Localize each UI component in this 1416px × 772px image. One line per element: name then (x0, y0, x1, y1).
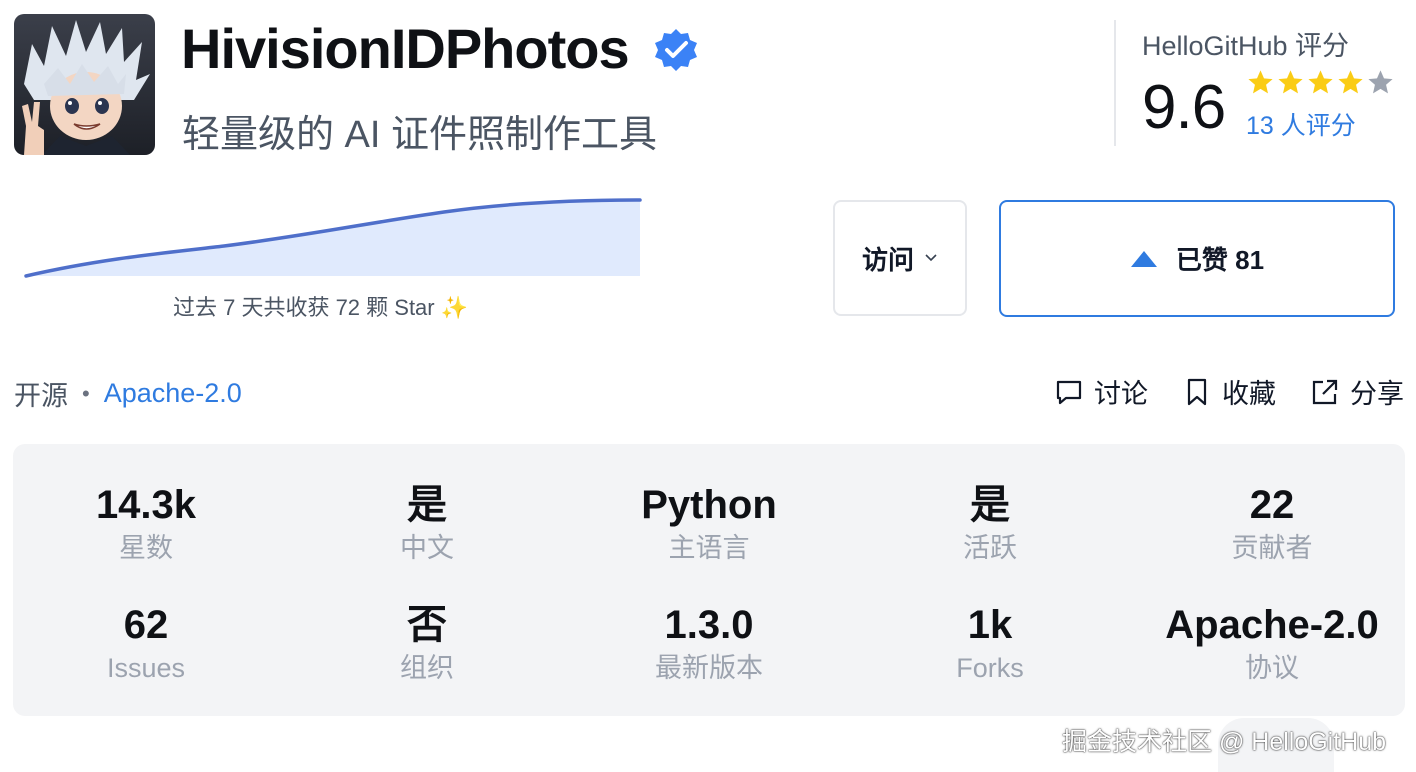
stat-label: Issues (106, 653, 186, 683)
visit-label: 访问 (861, 244, 914, 275)
stat-label: 星数 (119, 533, 173, 563)
rating-stars (1246, 68, 1395, 97)
upvote-label: 已赞 81 (1175, 245, 1265, 275)
sparkline-area (26, 200, 640, 276)
star-filled-icon (1338, 70, 1363, 94)
discuss-label: 讨论 (1094, 379, 1148, 409)
stat-language: Python 主语言 (569, 482, 849, 566)
stat-contributors: 22 贡献者 (1132, 482, 1412, 566)
stat-forks: 1k Forks (850, 602, 1130, 686)
stat-value: 是 (407, 483, 447, 527)
rating-label: HelloGitHub 评分 (1142, 31, 1350, 61)
stat-value: 1k (967, 603, 1013, 647)
stat-organization: 否 组织 (287, 602, 567, 686)
stat-latest-version: 1.3.0 最新版本 (569, 602, 849, 686)
stat-issues: 62 Issues (6, 602, 286, 686)
stat-value: 62 (123, 603, 169, 647)
stats-panel: 14.3k 星数 是 中文 Python 主语言 是 活跃 22 贡献者 62 … (13, 444, 1405, 716)
stat-active: 是 活跃 (850, 482, 1130, 566)
stat-label: 组织 (400, 653, 454, 683)
bookmark-icon (1187, 378, 1207, 405)
collect-button[interactable]: 收藏 (1182, 372, 1276, 411)
stat-stars: 14.3k 星数 (6, 482, 286, 566)
collect-label: 收藏 (1222, 379, 1276, 409)
stat-label: 协议 (1245, 653, 1299, 683)
chevron-down-icon (925, 254, 937, 262)
anime-avatar-icon (14, 14, 155, 155)
stat-value: 1.3.0 (664, 603, 754, 647)
watermark-text: 掘金技术社区 @ HelloGitHub (1062, 728, 1387, 756)
discuss-button[interactable]: 讨论 (1054, 372, 1148, 411)
repo-subtitle: 轻量级的 AI 证件照制作工具 (182, 114, 658, 156)
star-empty-icon (1368, 70, 1393, 94)
license-link[interactable]: Apache-2.0 (104, 378, 242, 409)
star-filled-icon (1248, 70, 1273, 94)
repo-avatar (14, 14, 155, 155)
external-share-icon (1312, 379, 1338, 404)
sparkline-caption: 过去 7 天共收获 72 颗 Star ✨ (173, 295, 469, 320)
rating-score: 9.6 (1142, 73, 1226, 142)
stat-value: 否 (407, 603, 447, 647)
stat-value: 22 (1249, 483, 1295, 527)
upvote-button[interactable]: 已赞 81 (999, 200, 1395, 317)
stat-label: 最新版本 (655, 653, 763, 683)
rating-count-link[interactable]: 13 人评分 (1246, 106, 1356, 142)
stat-label: 主语言 (668, 533, 750, 563)
stat-label: 贡献者 (1231, 533, 1313, 563)
star-filled-icon (1278, 70, 1303, 94)
star-trend-sparkline (24, 196, 644, 282)
stat-label: 活跃 (963, 533, 1017, 563)
share-button[interactable]: 分享 (1310, 372, 1404, 411)
action-bar: 讨论 收藏 分享 (1054, 372, 1404, 411)
open-source-label: 开源 (14, 381, 68, 411)
separator-dot: • (82, 380, 90, 406)
header-divider (1114, 20, 1116, 146)
stat-chinese: 是 中文 (287, 482, 567, 566)
share-label: 分享 (1350, 379, 1404, 409)
repo-title: HivisionIDPhotos (181, 17, 630, 80)
stat-label: Forks (956, 653, 1024, 683)
star-filled-icon (1308, 70, 1333, 94)
stat-label: 中文 (400, 533, 454, 563)
verified-badge-icon (653, 27, 699, 73)
comment-icon (1056, 380, 1082, 404)
stat-value: 14.3k (95, 483, 197, 527)
license-row: 开源 • Apache-2.0 (14, 374, 242, 413)
stat-value: Python (641, 483, 777, 527)
stat-value: Apache-2.0 (1165, 603, 1379, 647)
stat-license: Apache-2.0 协议 (1132, 602, 1412, 686)
upvote-triangle-icon (1130, 250, 1157, 267)
visit-button[interactable]: 访问 (833, 200, 967, 316)
stat-value: 是 (970, 483, 1010, 527)
